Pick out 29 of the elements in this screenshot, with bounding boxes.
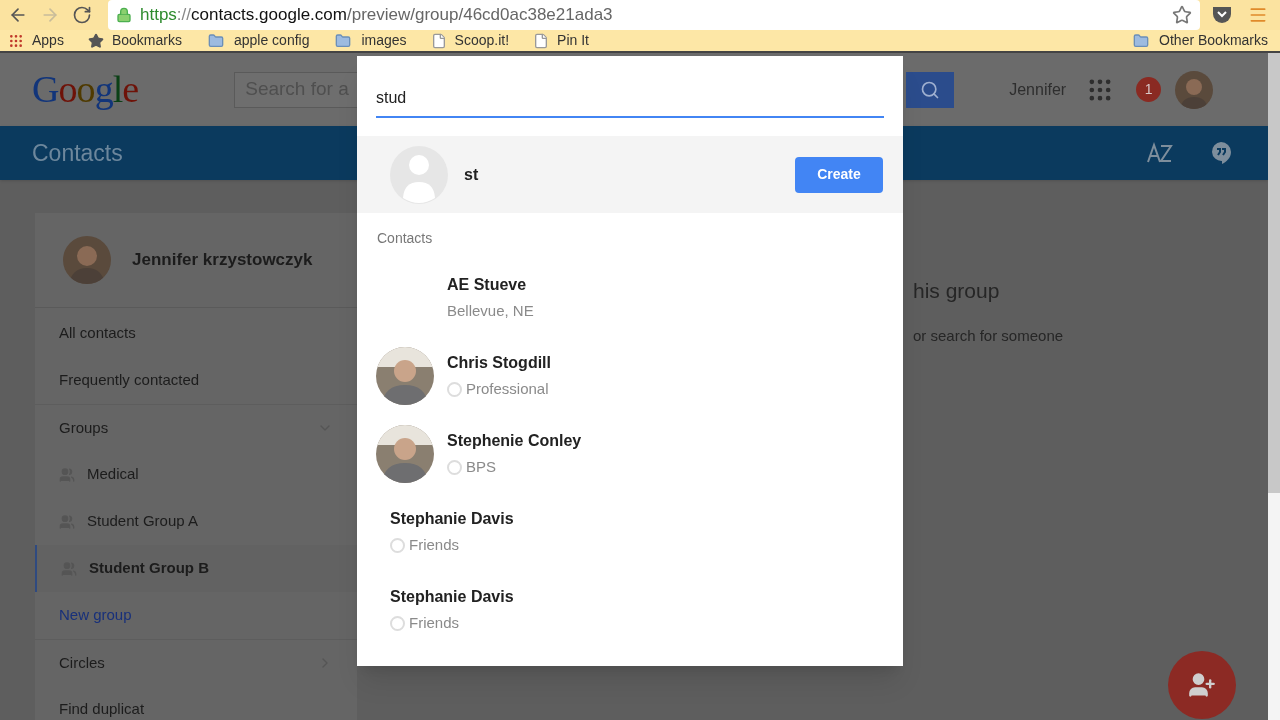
- bookmark[interactable]: Scoop.it!: [430, 30, 510, 51]
- url-text: https://contacts.google.com/preview/group/46cd0ac38e21ada3: [140, 4, 613, 27]
- contact-detail: Friends: [409, 535, 460, 556]
- contact-name[interactable]: Chris Stogdill: [447, 351, 551, 376]
- contact-detail: Friends: [409, 613, 460, 634]
- empty-state-subtitle: or search for someone: [913, 325, 1065, 346]
- bookmark[interactable]: Apps: [8, 30, 64, 51]
- bookmark[interactable]: Bookmarks: [87, 30, 182, 51]
- contact-detail: Bellevue, NE: [447, 301, 534, 322]
- other-bookmarks[interactable]: Other Bookmarks: [1131, 30, 1268, 51]
- section-label: Contacts: [377, 229, 434, 248]
- contact-name[interactable]: Stephanie Davis: [390, 507, 514, 532]
- search-field[interactable]: stud: [376, 84, 884, 118]
- suggested-name: st: [464, 164, 479, 185]
- bookmark[interactable]: Pin It: [533, 30, 589, 51]
- profile-name: Jennifer krzystowczyk: [132, 249, 313, 272]
- address-bar[interactable]: https://contacts.google.com/preview/group/46cd0ac38e21ada3: [108, 0, 1200, 30]
- create-button[interactable]: Create: [795, 156, 883, 193]
- empty-state-title: his group: [913, 278, 1001, 304]
- contact-name[interactable]: Stephanie Davis: [390, 585, 514, 610]
- google-logo: Google: [32, 67, 139, 112]
- contact-detail: Professional: [466, 379, 549, 400]
- bookmark[interactable]: apple config: [205, 30, 310, 51]
- contact-name[interactable]: Stephenie Conley: [447, 429, 582, 454]
- contact-detail: BPS: [466, 457, 496, 478]
- app-title: Contacts: [32, 138, 123, 168]
- notification-badge[interactable]: 1: [1136, 77, 1162, 102]
- contact-name[interactable]: AE Stueve: [447, 273, 534, 298]
- bookmark[interactable]: images: [333, 30, 407, 51]
